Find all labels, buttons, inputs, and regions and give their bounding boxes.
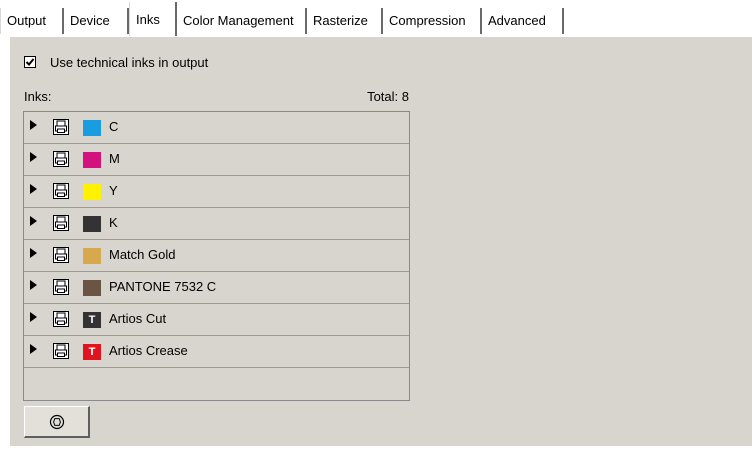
technical-inks-option[interactable]: Use technical inks in output [24,54,208,70]
tab-rasterize[interactable]: Rasterize [307,8,383,34]
tab-inks[interactable]: Inks [129,2,177,36]
ink-row[interactable]: T Artios Cut [24,304,409,336]
ink-color-swatch [83,120,101,136]
checkmark-icon [25,58,35,66]
panel-bottom-edge [10,446,752,454]
ink-row[interactable]: PANTONE 7532 C [24,272,409,304]
inks-list[interactable]: C M Y K Match Gold PANTONE 7532 C T Artios Cut T… [23,111,410,401]
tab-bar: Output Device Inks Color Management Rast… [0,0,752,36]
ink-name: Artios Crease [109,343,188,358]
printer-icon[interactable] [52,150,70,168]
ink-name: Y [109,183,118,198]
inks-panel: Use technical inks in output Inks: Total… [10,36,752,446]
ink-name: K [109,215,118,230]
ink-color-swatch [83,152,101,168]
printer-icon[interactable] [52,182,70,200]
expand-arrow-icon[interactable] [30,120,37,130]
ink-name: PANTONE 7532 C [109,279,217,294]
ink-row[interactable]: M [24,144,409,176]
expand-arrow-icon[interactable] [30,248,37,258]
printer-icon[interactable] [52,246,70,264]
printer-icon[interactable] [52,118,70,136]
expand-arrow-icon[interactable] [30,312,37,322]
tab-color-management[interactable]: Color Management [177,8,307,34]
ink-color-swatch [83,216,101,232]
expand-arrow-icon[interactable] [30,184,37,194]
ink-name: Artios Cut [109,311,167,326]
ink-row[interactable]: K [24,208,409,240]
expand-arrow-icon[interactable] [30,216,37,226]
stop-button[interactable] [24,406,90,438]
technical-inks-label: Use technical inks in output [50,54,209,70]
technical-inks-checkbox[interactable] [24,56,36,68]
tab-device[interactable]: Device [64,8,129,34]
expand-arrow-icon[interactable] [30,344,37,354]
ink-row[interactable]: C [24,112,409,144]
ink-color-swatch [83,248,101,264]
stop-icon [49,414,64,429]
printer-icon[interactable] [52,214,70,232]
ink-name: Match Gold [109,247,176,262]
ink-color-swatch [83,184,101,200]
expand-arrow-icon[interactable] [30,152,37,162]
tab-output[interactable]: Output [0,8,64,34]
ink-row[interactable]: Match Gold [24,240,409,272]
ink-row[interactable]: T Artios Crease [24,336,409,368]
ink-name: M [109,151,120,166]
ink-row[interactable]: Y [24,176,409,208]
ink-color-swatch [83,280,101,296]
technical-ink-swatch: T [83,344,101,360]
tab-advanced[interactable]: Advanced [482,8,564,34]
inks-total: Total: 8 [367,89,409,104]
technical-ink-swatch: T [83,312,101,328]
ink-name: C [109,119,119,134]
printer-icon[interactable] [52,278,70,296]
printer-icon[interactable] [52,310,70,328]
tab-compression[interactable]: Compression [383,8,482,34]
inks-label: Inks: [24,89,52,104]
printer-icon[interactable] [52,342,70,360]
expand-arrow-icon[interactable] [30,280,37,290]
